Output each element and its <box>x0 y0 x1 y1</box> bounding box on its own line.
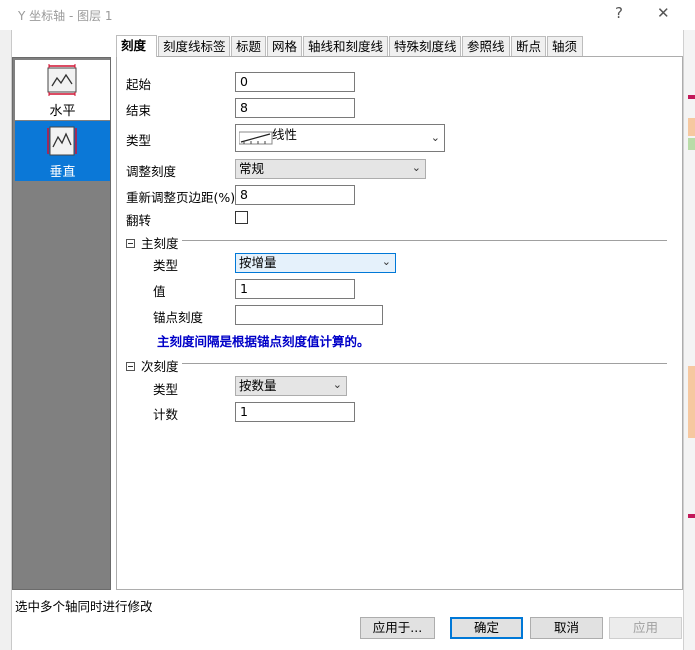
major-type-label: 类型 <box>153 258 179 273</box>
background-mark <box>688 514 695 518</box>
rescale-select[interactable]: 常规 ⌄ <box>235 159 426 179</box>
axis-list-item-horizontal[interactable]: 水平 <box>15 60 110 120</box>
tab-title[interactable]: 标题 <box>231 36 266 56</box>
major-value-label: 值 <box>153 284 166 299</box>
start-input[interactable]: 0 <box>235 72 355 92</box>
chevron-down-icon: ⌄ <box>411 161 421 174</box>
minor-ticks-section[interactable]: 次刻度 <box>126 356 179 375</box>
background-mark <box>688 138 695 150</box>
minor-count-input[interactable]: 1 <box>235 402 355 422</box>
close-icon[interactable]: ✕ <box>657 4 670 22</box>
minor-type-value: 按数量 <box>239 378 277 393</box>
collapse-icon[interactable] <box>126 239 135 248</box>
axis-list: 水平 垂直 <box>12 57 111 590</box>
chevron-down-icon: ⌄ <box>430 131 440 144</box>
tab-breaks[interactable]: 断点 <box>511 36 546 56</box>
cancel-button[interactable]: 取消 <box>530 617 603 639</box>
chevron-down-icon: ⌄ <box>381 255 391 268</box>
rescale-value: 常规 <box>239 161 265 176</box>
ok-button[interactable]: 确定 <box>450 617 523 639</box>
apply-button[interactable]: 应用 <box>609 617 682 639</box>
anchor-tick-label: 锚点刻度 <box>153 310 204 325</box>
rescale-label: 调整刻度 <box>126 164 177 179</box>
start-label: 起始 <box>126 77 152 92</box>
rescale-margin-label: 重新调整页边距(%) <box>126 190 236 205</box>
scale-panel: 起始 0 结束 8 类型 线性 ⌄ 调整刻度 常规 ⌄ 重新调整页边距(%) 8… <box>116 56 683 590</box>
vertical-axis-icon <box>47 126 77 156</box>
status-text: 选中多个轴同时进行修改 <box>15 599 153 614</box>
axis-list-item-label: 垂直 <box>49 165 76 180</box>
axis-list-item-vertical[interactable]: 垂直 <box>15 121 110 181</box>
minor-type-label: 类型 <box>153 382 179 397</box>
horizontal-axis-icon <box>47 64 77 96</box>
window-title: Y 坐标轴 - 图层 1 <box>18 9 113 23</box>
tab-rug[interactable]: 轴须 <box>547 36 583 56</box>
major-value-input[interactable]: 1 <box>235 279 355 299</box>
background-mark <box>688 366 695 438</box>
axis-list-item-label: 水平 <box>49 104 76 119</box>
collapse-icon[interactable] <box>126 362 135 371</box>
tab-tick-labels[interactable]: 刻度线标签 <box>158 36 230 56</box>
chevron-down-icon: ⌄ <box>332 378 342 391</box>
major-type-value: 按增量 <box>239 255 277 270</box>
end-input[interactable]: 8 <box>235 98 355 118</box>
tab-special-ticks[interactable]: 特殊刻度线 <box>389 36 461 56</box>
apply-to-button[interactable]: 应用于... <box>360 617 435 639</box>
tab-line-and-ticks[interactable]: 轴线和刻度线 <box>303 36 388 56</box>
section-divider <box>182 363 667 364</box>
major-ticks-section[interactable]: 主刻度 <box>126 233 179 252</box>
minor-type-select[interactable]: 按数量 ⌄ <box>235 376 347 396</box>
tab-grids[interactable]: 网格 <box>267 36 302 56</box>
background-window-edge-left <box>0 28 12 650</box>
linear-scale-icon <box>239 131 273 145</box>
rescale-margin-input[interactable]: 8 <box>235 185 355 205</box>
title-bar: Y 坐标轴 - 图层 1 ? ✕ <box>0 0 695 30</box>
major-type-select[interactable]: 按增量 ⌄ <box>235 253 396 273</box>
flip-label: 翻转 <box>126 213 152 228</box>
minor-ticks-section-label: 次刻度 <box>141 359 179 374</box>
tab-scale[interactable]: 刻度 <box>116 35 157 57</box>
help-icon[interactable]: ? <box>615 4 623 22</box>
major-ticks-section-label: 主刻度 <box>141 236 179 251</box>
scale-type-label: 类型 <box>126 133 152 148</box>
flip-checkbox[interactable] <box>235 211 248 224</box>
background-mark <box>688 95 695 99</box>
major-ticks-note: 主刻度间隔是根据锚点刻度值计算的。 <box>157 334 370 349</box>
minor-count-label: 计数 <box>153 407 179 422</box>
scale-type-value: 线性 <box>272 127 298 142</box>
anchor-tick-input[interactable] <box>235 305 383 325</box>
tab-reference-lines[interactable]: 参照线 <box>462 36 510 56</box>
end-label: 结束 <box>126 103 152 118</box>
scale-type-select[interactable]: 线性 ⌄ <box>235 124 445 152</box>
section-divider <box>182 240 667 241</box>
background-mark <box>688 118 695 136</box>
